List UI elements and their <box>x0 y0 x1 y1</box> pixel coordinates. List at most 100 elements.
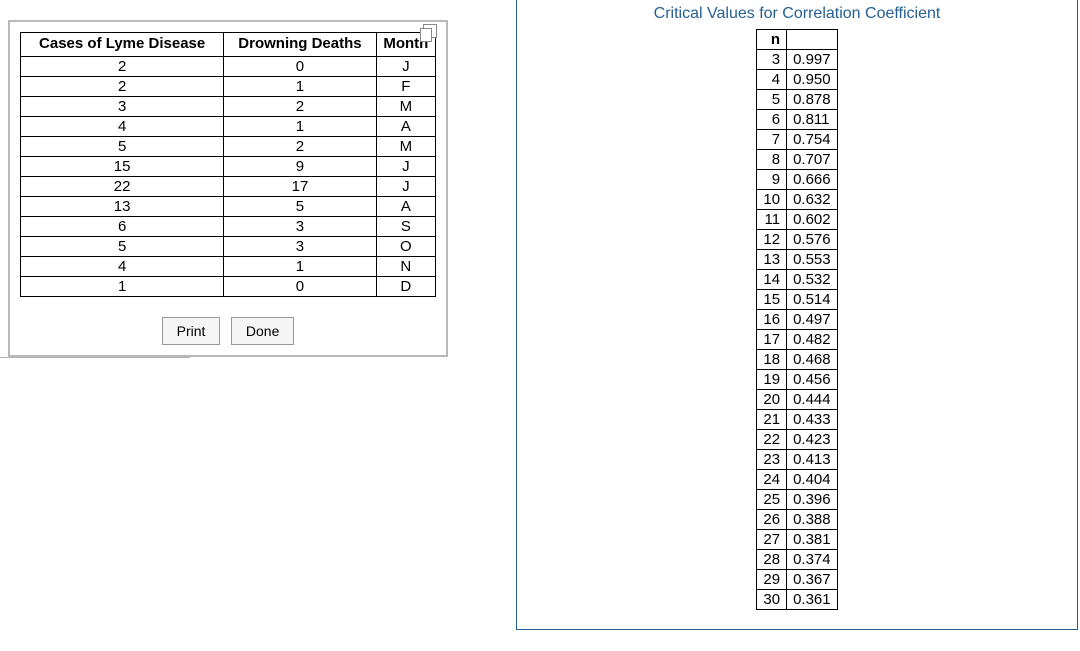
table-cell: 22 <box>757 430 787 450</box>
table-cell: 26 <box>757 510 787 530</box>
table-cell: 5 <box>21 136 224 156</box>
table-row: 140.532 <box>757 270 837 290</box>
table-cell: O <box>376 236 435 256</box>
table-row: 53O <box>21 236 436 256</box>
table-cell: S <box>376 216 435 236</box>
table-cell: 0.997 <box>787 50 838 70</box>
table-cell: 6 <box>757 110 787 130</box>
table-row: 70.754 <box>757 130 837 150</box>
table-cell: 5 <box>757 90 787 110</box>
table-cell: 0.367 <box>787 570 838 590</box>
table-row: 10D <box>21 276 436 296</box>
table-cell: 0.468 <box>787 350 838 370</box>
table-cell: 29 <box>757 570 787 590</box>
table-row: 270.381 <box>757 530 837 550</box>
table-row: 170.482 <box>757 330 837 350</box>
duplicate-icon[interactable] <box>423 24 437 38</box>
table-row: 2217J <box>21 176 436 196</box>
table-row: 130.553 <box>757 250 837 270</box>
table-row: 290.367 <box>757 570 837 590</box>
table-row: 90.666 <box>757 170 837 190</box>
table-cell: 0.707 <box>787 150 838 170</box>
table-row: 110.602 <box>757 210 837 230</box>
table-row: 250.396 <box>757 490 837 510</box>
table-row: 80.707 <box>757 150 837 170</box>
table-cell: 0.632 <box>787 190 838 210</box>
table-cell: 0.444 <box>787 390 838 410</box>
button-row: Print Done <box>20 317 436 345</box>
table-cell: 3 <box>224 216 376 236</box>
table-cell: 20 <box>757 390 787 410</box>
table-cell: 1 <box>224 76 376 96</box>
table-cell: J <box>376 176 435 196</box>
table-cell: 2 <box>224 96 376 116</box>
table-cell: 0 <box>224 276 376 296</box>
critical-values-table: n 30.99740.95050.87860.81170.75480.70790… <box>756 29 837 610</box>
table-cell: 0.576 <box>787 230 838 250</box>
table-cell: 19 <box>757 370 787 390</box>
table-row: 159J <box>21 156 436 176</box>
col-header-cases: Cases of Lyme Disease <box>21 33 224 57</box>
table-row: 230.413 <box>757 450 837 470</box>
crit-header-val <box>787 30 838 50</box>
table-cell: D <box>376 276 435 296</box>
table-cell: J <box>376 156 435 176</box>
table-row: 60.811 <box>757 110 837 130</box>
table-cell: 17 <box>757 330 787 350</box>
table-cell: 1 <box>21 276 224 296</box>
table-cell: 4 <box>21 116 224 136</box>
table-cell: J <box>376 56 435 76</box>
table-cell: F <box>376 76 435 96</box>
table-cell: 3 <box>21 96 224 116</box>
table-cell: 12 <box>757 230 787 250</box>
table-row: 190.456 <box>757 370 837 390</box>
table-cell: 13 <box>21 196 224 216</box>
table-cell: 0.602 <box>787 210 838 230</box>
table-cell: 0.878 <box>787 90 838 110</box>
table-cell: 30 <box>757 590 787 610</box>
table-cell: 9 <box>224 156 376 176</box>
table-cell: 0.950 <box>787 70 838 90</box>
col-header-drowning: Drowning Deaths <box>224 33 376 57</box>
table-cell: 18 <box>757 350 787 370</box>
table-cell: 3 <box>224 236 376 256</box>
table-row: 52M <box>21 136 436 156</box>
table-cell: M <box>376 96 435 116</box>
table-cell: 14 <box>757 270 787 290</box>
table-row: 280.374 <box>757 550 837 570</box>
crit-header-n: n <box>757 30 787 50</box>
table-cell: 0.497 <box>787 310 838 330</box>
table-row: 210.433 <box>757 410 837 430</box>
table-row: 40.950 <box>757 70 837 90</box>
table-row: 32M <box>21 96 436 116</box>
done-button[interactable]: Done <box>231 317 294 345</box>
table-cell: 9 <box>757 170 787 190</box>
table-cell: 2 <box>224 136 376 156</box>
table-cell: 0.423 <box>787 430 838 450</box>
table-cell: 28 <box>757 550 787 570</box>
table-row: 260.388 <box>757 510 837 530</box>
table-cell: 0.433 <box>787 410 838 430</box>
table-cell: 21 <box>757 410 787 430</box>
table-cell: 22 <box>21 176 224 196</box>
table-cell: 15 <box>21 156 224 176</box>
table-cell: 6 <box>21 216 224 236</box>
table-row: 300.361 <box>757 590 837 610</box>
table-cell: 0.666 <box>787 170 838 190</box>
table-cell: 0.404 <box>787 470 838 490</box>
table-cell: 2 <box>21 76 224 96</box>
table-row: 135A <box>21 196 436 216</box>
table-row: 180.468 <box>757 350 837 370</box>
print-button[interactable]: Print <box>162 317 221 345</box>
lyme-table: Cases of Lyme Disease Drowning Deaths Mo… <box>20 32 436 297</box>
table-row: 50.878 <box>757 90 837 110</box>
table-cell: 0.754 <box>787 130 838 150</box>
table-cell: 0.388 <box>787 510 838 530</box>
table-cell: 0.456 <box>787 370 838 390</box>
table-cell: 0.514 <box>787 290 838 310</box>
divider-line <box>0 357 190 358</box>
table-row: 41N <box>21 256 436 276</box>
right-panel: Critical Values for Correlation Coeffici… <box>516 0 1078 630</box>
table-cell: 1 <box>224 116 376 136</box>
table-cell: 0.396 <box>787 490 838 510</box>
